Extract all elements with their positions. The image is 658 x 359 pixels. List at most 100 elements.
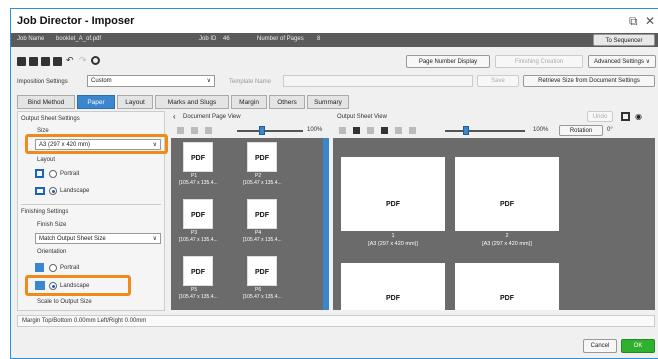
tool-icon[interactable] [409,127,416,134]
document-scrollbar[interactable] [323,138,329,310]
tab-margin[interactable]: Margin [231,95,267,109]
document-page-view-title: Document Page View [183,114,241,120]
sheet-number-label: 1 [391,233,395,239]
tool-icon[interactable] [381,127,388,134]
eye-icon[interactable]: ◉ [635,112,642,121]
output-sheet-settings-heading: Output Sheet Settings [21,116,80,122]
page-size-label: [105.47 x 135.4... [179,180,218,186]
document-page-thumbnail[interactable]: PDF [247,142,277,172]
pdf-icon: PDF [191,212,205,219]
finish-size-label: Finish Size [37,222,67,228]
output-sheet-view-header: Output Sheet View Undo ◉ [333,111,655,123]
page-number-label: P4 [255,230,262,236]
sheet-size-label: [A3 (297 x 420 mm)] [368,241,418,247]
tab-others[interactable]: Others [269,95,305,109]
retrieve-size-button[interactable]: Retrieve Size from Document Settings [523,75,655,87]
job-id-value: 46 [223,36,230,42]
doc-zoom-value: 100% [307,127,323,133]
document-page-thumbnail[interactable]: PDF [247,199,277,229]
output-sheet[interactable]: PDF [341,263,445,310]
close-icon[interactable]: ✕ [645,14,655,28]
output-sheet[interactable]: PDF [341,157,445,231]
template-name-input[interactable] [283,75,473,87]
sheet-zoom-slider-track[interactable] [445,130,525,132]
portrait-radio[interactable] [49,170,57,178]
save-template-button[interactable]: Save [477,75,519,87]
zoom-slider-handle[interactable] [259,126,265,135]
orientation-label: Orientation [37,249,67,255]
finishing-creation-button[interactable]: Finishing Creation [495,55,583,68]
sheet-zoom-slider-handle[interactable] [463,126,469,135]
cancel-button[interactable]: Cancel [583,339,617,353]
divider [21,204,161,205]
output-view-toolbar: 100% Rotation 0° [333,124,655,137]
page-number-display-button[interactable]: Page Number Display [406,55,490,68]
finish-size-select[interactable]: Match Output Sheet Size ∨ [35,233,161,244]
margin-status-bar: Margin Top/Bottom 0.00mm Left/Right 0.00… [17,315,655,327]
layout-label: Layout [37,157,56,163]
pdf-icon: PDF [255,155,269,162]
tab-bind-method[interactable]: Bind Method [17,95,75,109]
page-number-label: P1 [191,173,198,179]
job-id-label: Job ID [199,36,217,42]
output-sheet[interactable]: PDF [455,157,559,231]
document-page-thumbnail[interactable]: PDF [183,199,213,229]
job-name-label: Job Name [17,36,45,42]
sheet-zoom-value: 100% [533,127,549,133]
pdf-icon: PDF [255,212,269,219]
chevron-down-icon: ∨ [206,78,211,84]
rotation-button[interactable]: Rotation [559,125,603,136]
restore-icon[interactable]: ⧉ [629,14,638,29]
tool-icon[interactable] [353,127,360,134]
tool-icon[interactable] [395,127,402,134]
page-number-label: P2 [255,173,262,179]
save-icon[interactable] [17,57,26,66]
page-size-label: [105.47 x 135.4... [243,237,282,243]
output-sheet[interactable]: PDF [455,263,559,310]
document-page-view-header: ‹ Document Page View [171,111,329,123]
size-highlight [25,134,168,154]
print-icon[interactable] [53,57,62,66]
tab-marks-and-slugs[interactable]: Marks and Slugs [155,95,229,109]
chevron-left-icon[interactable]: ‹ [173,112,176,121]
document-page-thumbnail[interactable]: PDF [183,142,213,172]
undo-button[interactable]: Undo [587,111,613,122]
export-icon[interactable] [41,57,50,66]
pages-value: 8 [317,36,321,42]
undo-icon[interactable]: ↶ [66,55,74,66]
redo-icon[interactable]: ↷ [79,55,87,66]
zoom-slider-track[interactable] [237,130,303,132]
tool-icon[interactable] [205,127,212,134]
imposition-settings-select[interactable]: Custom ∨ [87,75,215,87]
tab-summary[interactable]: Summary [307,95,349,109]
to-sequencer-button[interactable]: To Sequencer [593,34,655,46]
tool-icon[interactable] [367,127,374,134]
document-page-thumbnail[interactable]: PDF [183,256,213,286]
tab-paper[interactable]: Paper [77,95,115,109]
layout-icon[interactable] [621,112,630,121]
advanced-settings-button[interactable]: Advanced Settings ∨ [588,55,656,68]
sheet-size-label: [A3 (297 x 420 mm)] [482,241,532,247]
margin-status-text: Margin Top/Bottom 0.00mm Left/Right 0.00… [22,318,147,324]
rotation-value: 0° [607,127,613,133]
document-view-toolbar: 100% [171,124,329,137]
ok-button[interactable]: OK [621,339,655,353]
pdf-icon: PDF [191,155,205,162]
landscape-radio[interactable] [49,187,57,195]
page-number-label: P3 [191,230,198,236]
portrait-orientation-label: Portrait [60,265,80,271]
tool-icon[interactable] [339,127,346,134]
pdf-icon: PDF [500,295,514,302]
scale-label: Scale to Output Size [37,299,92,305]
refresh-icon[interactable] [91,56,100,65]
portrait-label: Portrait [60,171,80,177]
tool-icon[interactable] [177,127,184,134]
document-page-thumbnail[interactable]: PDF [247,256,277,286]
landscape-label: Landscape [60,188,90,194]
tab-layout[interactable]: Layout [117,95,153,109]
sheet-number-label: 2 [505,233,509,239]
save-as-icon[interactable] [29,57,38,66]
portrait-orientation-radio[interactable] [49,264,57,272]
tool-icon[interactable] [191,127,198,134]
portrait-icon [35,169,44,178]
